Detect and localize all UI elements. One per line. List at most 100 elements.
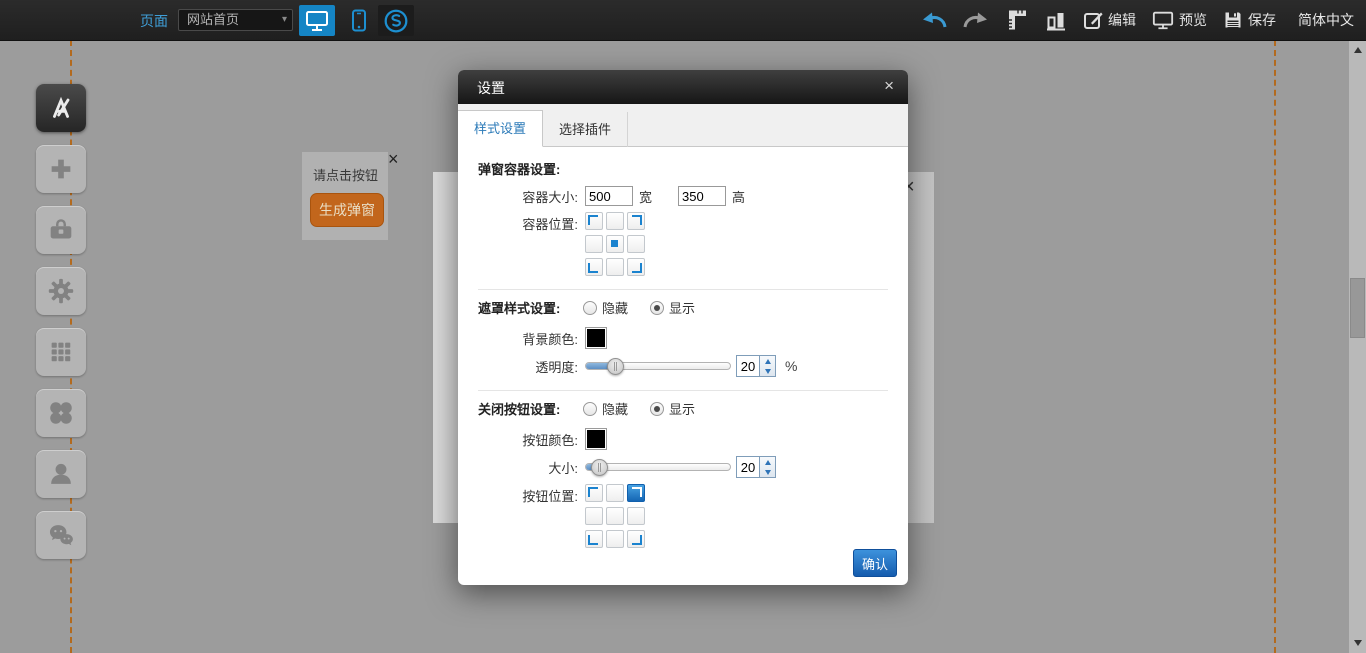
spin-down-button[interactable] (760, 467, 775, 477)
sidebar-item-widgets[interactable] (36, 389, 86, 437)
page-select-value: 网站首页 (187, 12, 239, 27)
sidebar-item-user[interactable] (36, 450, 86, 498)
container-height-input[interactable] (678, 186, 726, 206)
sidebar-item-toolbox[interactable] (36, 206, 86, 254)
position-cell[interactable] (627, 235, 645, 253)
position-cell[interactable] (606, 235, 624, 253)
close-btn-size-label: 大小: (478, 458, 578, 477)
preview-button[interactable]: 预览 (1152, 9, 1207, 31)
close-btn-color-swatch[interactable] (585, 428, 607, 450)
stats-button[interactable] (1045, 9, 1067, 31)
position-cell[interactable] (585, 258, 603, 276)
scroll-down-button[interactable] (1349, 635, 1366, 651)
position-cell[interactable] (585, 484, 603, 502)
spin-down-button[interactable] (760, 366, 775, 376)
sidebar-item-app-store[interactable] (36, 84, 86, 132)
spin-up-button[interactable] (760, 356, 775, 366)
spin-up-button[interactable] (760, 457, 775, 467)
popup-trigger-panel: 请点击按钮 生成弹窗 (302, 152, 388, 240)
position-cell[interactable] (627, 258, 645, 276)
position-cell[interactable] (627, 484, 645, 502)
dialog-close-icon[interactable]: × (884, 77, 894, 94)
publish-link-button[interactable] (378, 5, 414, 36)
triangle-up-icon (1354, 47, 1362, 53)
generate-popup-button[interactable]: 生成弹窗 (310, 193, 384, 227)
position-cell[interactable] (606, 212, 624, 230)
position-cell[interactable] (606, 258, 624, 276)
user-icon (46, 459, 76, 489)
opacity-slider[interactable] (585, 362, 731, 370)
size-slider[interactable] (585, 463, 731, 471)
container-width-input[interactable] (585, 186, 633, 206)
guide-line-right (1274, 40, 1276, 653)
radio-icon[interactable] (650, 402, 664, 416)
position-cell[interactable] (585, 212, 603, 230)
ruler-button[interactable] (1005, 8, 1029, 32)
redo-button[interactable] (963, 11, 989, 29)
close-btn-hide-option[interactable]: 隐藏 (583, 399, 628, 418)
ruler-icon (1005, 8, 1029, 32)
position-cell[interactable] (585, 530, 603, 548)
position-cell[interactable] (606, 507, 624, 525)
language-switch[interactable]: 简体中文 (1298, 10, 1354, 30)
corner-top-right-icon (632, 487, 642, 497)
corner-top-left-icon (588, 215, 598, 225)
wechat-icon (46, 520, 76, 550)
confirm-button[interactable]: 确认 (853, 549, 897, 577)
corner-top-right-icon (632, 215, 642, 225)
mask-show-option[interactable]: 显示 (650, 298, 695, 317)
container-position-grid (585, 212, 643, 276)
tab-style-settings[interactable]: 样式设置 (458, 110, 543, 147)
page-select[interactable]: 网站首页 ▾ (178, 9, 293, 31)
redo-icon (963, 11, 989, 29)
slider-handle[interactable] (607, 358, 624, 375)
phone-icon (346, 8, 372, 34)
close-btn-section-title: 关闭按钮设置: (478, 399, 583, 418)
radio-icon[interactable] (583, 402, 597, 416)
chevron-down-icon: ▾ (282, 10, 287, 30)
opacity-value-input[interactable] (737, 356, 759, 376)
dialog-body: 弹窗容器设置: 容器大小: 宽 高 容器位置: 遮罩样 (458, 159, 908, 548)
position-cell[interactable] (585, 507, 603, 525)
edit-button[interactable]: 编辑 (1083, 10, 1136, 30)
position-cell[interactable] (627, 530, 645, 548)
close-btn-show-option[interactable]: 显示 (650, 399, 695, 418)
desktop-view-button[interactable] (299, 5, 335, 36)
vertical-scrollbar[interactable] (1349, 40, 1366, 653)
scrollbar-thumb[interactable] (1350, 278, 1365, 338)
settings-dialog: 设置 × 样式设置 选择插件 弹窗容器设置: 容器大小: 宽 高 容器位置: (458, 70, 908, 585)
position-cell[interactable] (627, 212, 645, 230)
container-size-label: 容器大小: (478, 187, 578, 206)
sidebar-item-wechat[interactable] (36, 511, 86, 559)
center-square-icon (611, 240, 618, 247)
sidebar-item-add[interactable] (36, 145, 86, 193)
phone-view-button[interactable] (341, 5, 377, 36)
add-icon (46, 154, 76, 184)
mask-hide-option[interactable]: 隐藏 (583, 298, 628, 317)
scroll-up-button[interactable] (1349, 42, 1366, 58)
radio-icon[interactable] (650, 301, 664, 315)
save-button[interactable]: 保存 (1223, 10, 1276, 30)
opacity-spinner (759, 356, 775, 376)
slider-handle[interactable] (591, 459, 608, 476)
mask-bg-color-swatch[interactable] (585, 327, 607, 349)
tab-select-plugin[interactable]: 选择插件 (543, 112, 628, 147)
size-value-input[interactable] (737, 457, 759, 477)
grid-icon (46, 337, 76, 367)
sidebar-item-settings[interactable] (36, 267, 86, 315)
radio-icon[interactable] (583, 301, 597, 315)
position-cell[interactable] (627, 507, 645, 525)
position-cell[interactable] (585, 235, 603, 253)
sidebar-item-modules[interactable] (36, 328, 86, 376)
position-cell[interactable] (606, 484, 624, 502)
slider-fill (586, 363, 616, 369)
chart-icon (1045, 9, 1067, 31)
undo-button[interactable] (921, 11, 947, 29)
dialog-header: 设置 × (458, 70, 908, 104)
mask-hide-label: 隐藏 (602, 298, 628, 317)
save-label: 保存 (1248, 10, 1276, 30)
height-unit-label: 高 (732, 187, 745, 206)
close-btn-position-grid (585, 484, 643, 548)
position-cell[interactable] (606, 530, 624, 548)
trigger-panel-close-icon[interactable]: × (388, 150, 399, 168)
